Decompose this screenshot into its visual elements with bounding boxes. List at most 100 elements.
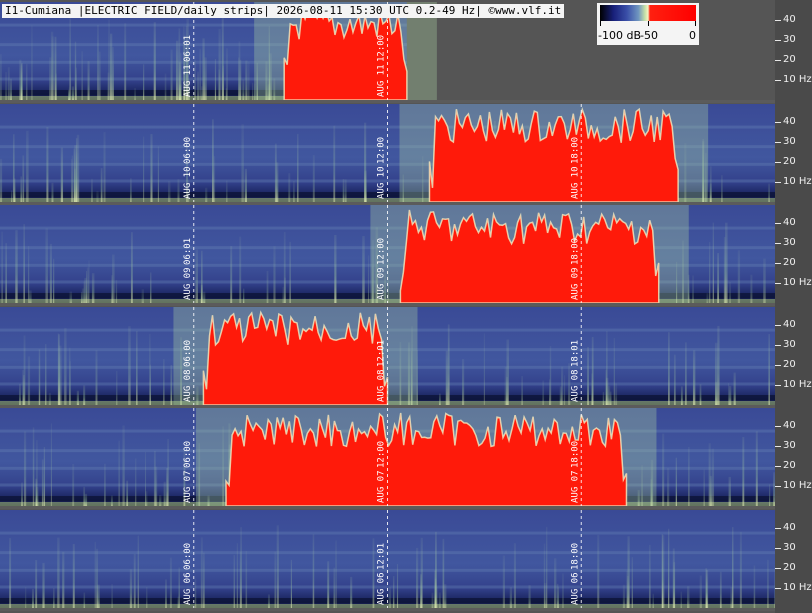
spectral-streak bbox=[175, 40, 179, 100]
spectral-streak bbox=[48, 392, 51, 405]
spectral-streak bbox=[163, 481, 166, 506]
spectral-streak bbox=[115, 279, 118, 303]
spectral-streak bbox=[69, 291, 73, 303]
spectral-streak bbox=[763, 258, 766, 303]
spectral-streak bbox=[717, 253, 720, 303]
strip-date-label: AUG 09 bbox=[377, 267, 387, 300]
spectral-streak bbox=[733, 372, 736, 405]
spectral-streak bbox=[767, 559, 769, 608]
spectral-streak bbox=[153, 22, 156, 101]
spectral-streak bbox=[205, 187, 208, 202]
spectral-streak bbox=[461, 359, 465, 405]
spectral-streak bbox=[631, 557, 633, 608]
spectral-streak bbox=[415, 547, 419, 608]
y-tick bbox=[775, 60, 781, 61]
spectral-streak bbox=[396, 564, 399, 608]
spectral-streak bbox=[680, 386, 683, 405]
spectral-streak bbox=[108, 19, 110, 101]
spectral-streak bbox=[197, 71, 199, 100]
spectral-streak bbox=[170, 49, 173, 100]
spectral-streak bbox=[64, 327, 67, 405]
spectral-streak bbox=[203, 291, 206, 303]
spectral-streak bbox=[241, 124, 244, 202]
spectral-streak bbox=[226, 48, 228, 100]
spectral-streak bbox=[129, 569, 133, 608]
spectral-streak bbox=[613, 337, 615, 405]
y-tick bbox=[775, 568, 781, 569]
spectral-streak bbox=[146, 586, 148, 608]
spectral-streak bbox=[221, 17, 224, 101]
spectral-streak bbox=[91, 273, 95, 303]
spectral-streak bbox=[334, 234, 337, 303]
spectrogram-figure: AUG 11 06:01 AUG 11 12:00 AUG 10 06:00 AUG 10 1… bbox=[0, 0, 812, 613]
spectral-streak bbox=[445, 350, 449, 405]
colorbar-tick bbox=[600, 21, 601, 26]
colorbar-label-mid: -50 bbox=[640, 29, 658, 42]
spectral-streak bbox=[244, 168, 247, 202]
spectral-streak bbox=[84, 493, 88, 506]
y-tick bbox=[775, 528, 781, 529]
spectral-streak bbox=[561, 366, 564, 405]
strip-time-label: 18:00 bbox=[570, 543, 580, 570]
spectral-streak bbox=[248, 61, 250, 100]
spectral-streak bbox=[53, 587, 55, 608]
spectral-streak bbox=[289, 241, 291, 303]
spectral-streak bbox=[104, 463, 106, 506]
y-tick bbox=[775, 182, 781, 183]
spectral-streak bbox=[502, 555, 506, 608]
spectral-streak bbox=[436, 586, 438, 608]
strip-date-label: AUG 07 bbox=[377, 470, 387, 503]
spectral-streak bbox=[81, 51, 83, 100]
spectral-streak bbox=[68, 89, 71, 100]
y-tick bbox=[775, 243, 781, 244]
spectral-streak bbox=[36, 487, 39, 506]
colorbar-tick bbox=[648, 21, 649, 26]
spectral-streak bbox=[15, 230, 18, 303]
strip-time-label: 06:00 bbox=[183, 340, 193, 367]
spectral-streak bbox=[239, 236, 242, 303]
spectral-streak bbox=[728, 385, 732, 405]
y-tick-label: 30 bbox=[783, 339, 796, 350]
strip-separator bbox=[0, 303, 775, 306]
spectral-streak bbox=[236, 543, 238, 608]
spectral-streak bbox=[240, 527, 242, 608]
spectral-streak bbox=[153, 450, 156, 506]
strip-date-label: AUG 08 bbox=[377, 369, 387, 402]
spectral-streak bbox=[662, 433, 665, 506]
y-tick bbox=[775, 325, 781, 326]
strip-time-label: 06:00 bbox=[183, 137, 193, 164]
strip-date-label: AUG 09 bbox=[570, 267, 580, 300]
spectral-streak bbox=[597, 534, 600, 608]
spectral-streak bbox=[137, 535, 140, 608]
spectral-streak bbox=[554, 558, 557, 608]
spectral-streak bbox=[71, 86, 75, 100]
strip-aug-10: AUG 10 06:00 AUG 10 12:00 AUG 10 18:00 bbox=[0, 104, 775, 203]
strip-date-label: AUG 06 bbox=[183, 572, 193, 605]
chart-title: I1-Cumiana |ELECTRIC FIELD/daily strips|… bbox=[2, 4, 565, 18]
strip-time-label: 12:01 bbox=[377, 543, 387, 570]
strip-time-label: 18:00 bbox=[570, 137, 580, 164]
spectral-streak bbox=[5, 243, 7, 303]
spectral-streak bbox=[753, 565, 756, 608]
spectral-streak bbox=[200, 537, 203, 608]
y-tick bbox=[775, 80, 781, 81]
spectral-streak bbox=[699, 384, 702, 405]
spectral-streak bbox=[204, 57, 207, 100]
spectral-streak bbox=[687, 586, 690, 608]
spectral-streak bbox=[83, 385, 86, 405]
spectral-streak bbox=[562, 573, 564, 608]
y-tick-label: 10 Hz bbox=[783, 277, 812, 288]
spectral-streak bbox=[23, 431, 27, 506]
spectral-streak bbox=[606, 377, 609, 405]
spectral-streak bbox=[194, 59, 196, 100]
spectral-streak bbox=[230, 246, 233, 303]
spectral-streak bbox=[709, 166, 712, 202]
spectral-streak bbox=[59, 345, 62, 405]
strip-time-label: 06:00 bbox=[183, 441, 193, 468]
spectral-streak bbox=[135, 458, 137, 506]
spectral-streak bbox=[9, 538, 12, 608]
strip-time-label: 18:00 bbox=[570, 238, 580, 265]
spectral-streak bbox=[750, 274, 753, 303]
spectral-streak bbox=[0, 158, 3, 202]
spectral-streak bbox=[252, 82, 254, 100]
